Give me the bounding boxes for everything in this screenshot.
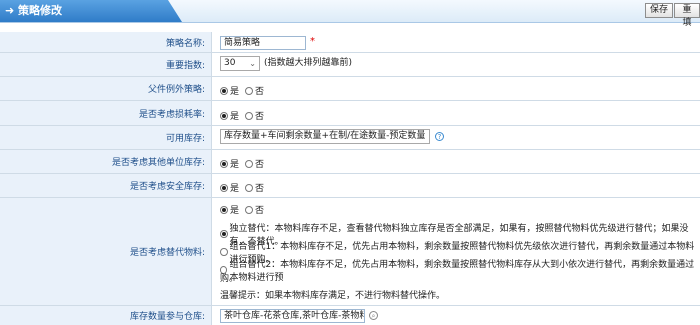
available-stock-label: 可用库存: — [0, 126, 212, 149]
parent-exception-yes-radio[interactable]: 是 — [220, 84, 239, 97]
priority-label: 重要指数: — [0, 53, 212, 76]
search-icon[interactable]: ⌕ — [369, 311, 378, 320]
substitute-label: 是否考虑替代物料: — [0, 198, 212, 305]
safety-stock-yes-radio[interactable]: 是 — [220, 181, 239, 194]
available-stock-value: 库存数量+车间剩余数量+在制/在途数量-预定数量 — [224, 131, 426, 141]
substitute-row: 是否考虑替代物料: 是 否 独立替代：本物料库存不足，查看替代物料独立库存是否全… — [0, 198, 700, 306]
save-button[interactable]: 保存 — [645, 3, 674, 18]
loss-rate-yes-radio[interactable]: 是 — [220, 109, 239, 122]
chevron-down-icon: ⌄ — [419, 132, 426, 141]
policy-name-row: 策略名称: 简易策略 * — [0, 32, 700, 53]
required-mark: * — [310, 36, 315, 47]
parent-exception-row: 父件例外策略: 是 否 — [0, 77, 700, 101]
other-unit-stock-label: 是否考虑其他单位库存: — [0, 150, 212, 173]
safety-stock-row: 是否考虑安全库存: 是 否 — [0, 174, 700, 198]
substitute-no-radio[interactable]: 否 — [245, 203, 264, 216]
chevron-down-icon: ⌄ — [249, 59, 256, 68]
priority-value: 30 — [224, 58, 236, 68]
priority-hint: (指数越大排列越靠前) — [264, 58, 353, 68]
policy-name-label: 策略名称: — [0, 32, 212, 52]
other-unit-stock-no-radio[interactable]: 否 — [245, 157, 264, 170]
warehouse-value: 茶叶仓库-花茶仓库,茶叶仓库-茶物料 — [224, 311, 365, 321]
substitute-tip: 温馨提示：如果本物料库存满足，不进行物料替代操作。 — [220, 291, 446, 301]
loss-rate-no-radio[interactable]: 否 — [245, 109, 264, 122]
combo-substitute-2-radio[interactable]: 组合替代2：本物料库存不足，优先占用本物料，剩余数量按照替代物料库存从大到小依次… — [220, 257, 700, 283]
other-unit-stock-row: 是否考虑其他单位库存: 是 否 — [0, 150, 700, 174]
parent-exception-label: 父件例外策略: — [0, 77, 212, 100]
warehouse-label: 库存数量参与仓库: — [0, 306, 212, 325]
safety-stock-label: 是否考虑安全库存: — [0, 174, 212, 197]
policy-name-input[interactable]: 简易策略 — [220, 36, 306, 50]
other-unit-stock-yes-radio[interactable]: 是 — [220, 157, 239, 170]
page-title: 策略修改 — [18, 4, 62, 17]
priority-row: 重要指数: 30 ⌄ (指数越大排列越靠前) — [0, 53, 700, 77]
loss-rate-row: 是否考虑损耗率: 是 否 — [0, 101, 700, 126]
warehouse-input[interactable]: 茶叶仓库-花茶仓库,茶叶仓库-茶物料 — [220, 309, 365, 323]
help-icon[interactable]: ? — [435, 132, 444, 141]
warehouse-row: 库存数量参与仓库: 茶叶仓库-花茶仓库,茶叶仓库-茶物料 ⌕ — [0, 306, 700, 325]
page-header: ➜ 策略修改 保存 重填 — [0, 0, 700, 28]
combo-substitute-2-continuation: 购。 — [220, 274, 239, 284]
title-tab: ➜ 策略修改 — [0, 0, 182, 22]
substitute-yes-radio[interactable]: 是 — [220, 203, 239, 216]
available-stock-row: 可用库存: 库存数量+车间剩余数量+在制/在途数量-预定数量 ⌄ ? — [0, 126, 700, 150]
parent-exception-no-radio[interactable]: 否 — [245, 84, 264, 97]
loss-rate-label: 是否考虑损耗率: — [0, 101, 212, 125]
arrow-right-icon: ➜ — [5, 4, 15, 17]
priority-select[interactable]: 30 ⌄ — [220, 56, 260, 71]
reset-button[interactable]: 重填 — [674, 3, 700, 28]
safety-stock-no-radio[interactable]: 否 — [245, 181, 264, 194]
available-stock-select[interactable]: 库存数量+车间剩余数量+在制/在途数量-预定数量 ⌄ — [220, 129, 430, 144]
